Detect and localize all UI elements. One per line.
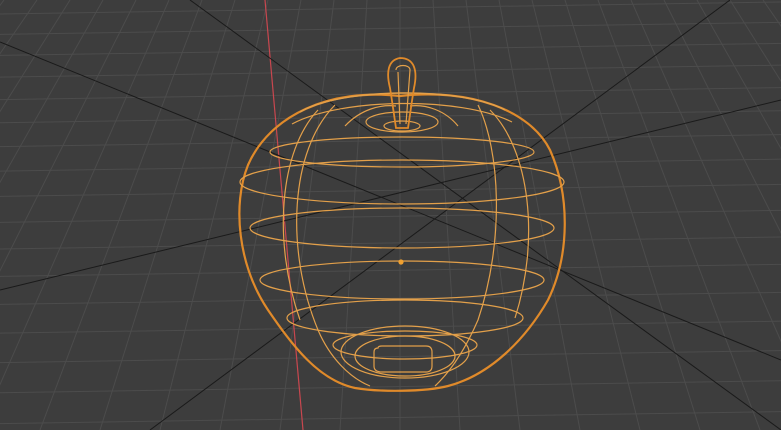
grid-line [597,0,761,430]
grid-line [39,0,203,430]
grid-line [0,263,781,277]
grid-line [339,0,368,430]
grid-line [99,0,236,430]
grid-line [729,0,781,83]
grid-line [498,0,581,430]
grid-line [0,350,781,364]
grid-line [0,158,781,172]
grid-line [564,0,701,430]
3d-viewport[interactable] [0,0,781,430]
grid-line [0,0,137,272]
grid-line [663,0,781,235]
grid-line [0,236,781,250]
grid-line [159,0,269,430]
grid-line [0,21,781,35]
grid-line [0,0,38,55]
grid-line [0,411,781,425]
object-origin-dot[interactable] [398,259,404,265]
grid-line [0,0,170,386]
grid-line [0,209,781,223]
grid-line [630,0,781,343]
ring-middle [249,207,555,249]
grid-line [0,0,5,7]
apple-wireframe[interactable] [238,57,566,392]
bottom-calyx-outer [340,325,470,379]
grid-line [0,134,781,148]
grid-line [531,0,641,430]
viewport-canvas[interactable] [0,0,781,430]
calyx-inner [383,120,421,132]
grid-line [0,1,781,15]
calyx-outer [365,111,439,133]
grid-line [696,0,781,150]
grid-line [0,0,104,184]
grid-line [0,0,71,113]
